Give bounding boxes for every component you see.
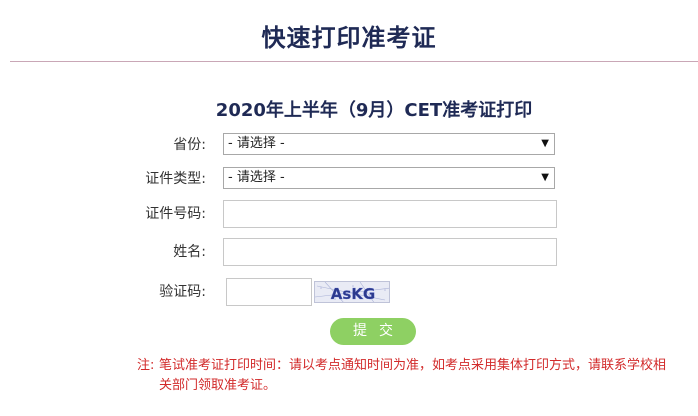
id-number-input[interactable] xyxy=(223,200,557,228)
form-title: 2020年上半年（9月）CET准考证打印 xyxy=(215,100,533,121)
note-text: 笔试准考证打印时间：请以考点通知时间为准，如考点采用集体打印方式，请联系学校相关… xyxy=(159,358,667,393)
province-row: 省份: - 请选择 - ▼ xyxy=(0,131,698,159)
captcha-label: 验证码: xyxy=(159,284,206,300)
province-selected-value: - 请选择 - xyxy=(228,136,285,151)
print-admission-ticket-page: 快速打印准考证 2020年上半年（9月）CET准考证打印 省份: - 请选择 -… xyxy=(0,0,698,416)
id-type-select[interactable]: - 请选择 - ▼ xyxy=(223,167,555,189)
id-number-row: 证件号码: xyxy=(0,200,698,228)
captcha-row: 验证码: AsKG xyxy=(0,278,698,306)
name-row: 姓名: xyxy=(0,238,698,266)
submit-button[interactable]: 提交 xyxy=(330,318,416,345)
id-type-selected-value: - 请选择 - xyxy=(228,170,285,185)
captcha-text: AsKG xyxy=(331,285,375,303)
page-title: 快速打印准考证 xyxy=(261,24,437,52)
province-label: 省份: xyxy=(173,137,206,153)
name-input[interactable] xyxy=(223,238,557,266)
dropdown-arrow-icon: ▼ xyxy=(541,138,549,149)
captcha-image[interactable]: AsKG xyxy=(314,281,390,303)
id-type-row: 证件类型: - 请选择 - ▼ xyxy=(0,165,698,193)
note-label: 注: xyxy=(137,358,155,373)
id-type-label: 证件类型: xyxy=(145,171,206,187)
captcha-input[interactable] xyxy=(226,278,312,306)
province-select[interactable]: - 请选择 - ▼ xyxy=(223,133,555,155)
name-label: 姓名: xyxy=(173,244,206,260)
id-number-label: 证件号码: xyxy=(145,206,206,222)
title-divider xyxy=(10,61,698,62)
captcha-graphic: AsKG xyxy=(315,282,389,303)
note: 注: 笔试准考证打印时间：请以考点通知时间为准，如考点采用集体打印方式，请联系学… xyxy=(137,356,667,396)
dropdown-arrow-icon: ▼ xyxy=(541,172,549,183)
